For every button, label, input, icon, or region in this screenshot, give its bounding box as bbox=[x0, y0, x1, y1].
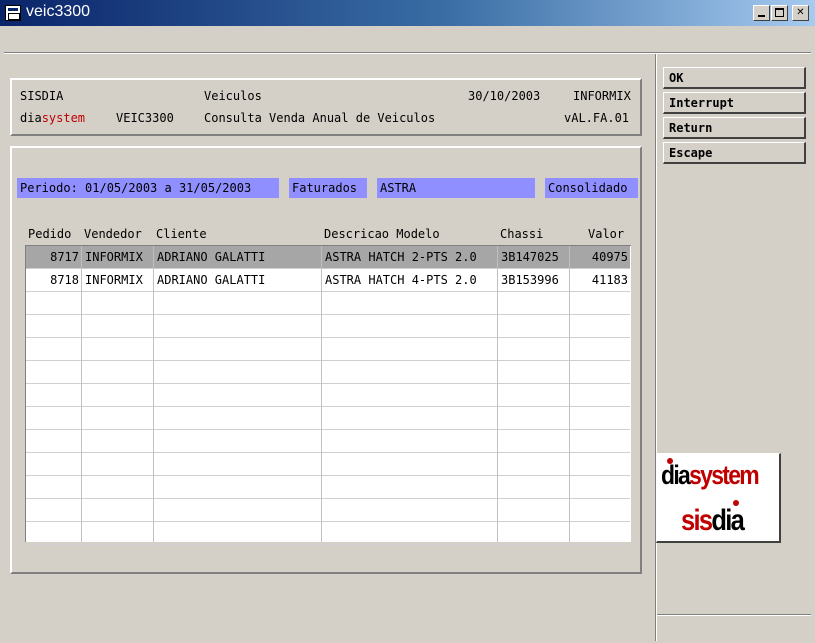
window-title: veic3300 bbox=[26, 3, 91, 20]
column-divider bbox=[321, 246, 322, 542]
interrupt-button[interactable]: Interrupt bbox=[663, 92, 806, 114]
table-row[interactable] bbox=[26, 407, 630, 430]
logo-word-dia-2: dia bbox=[711, 504, 744, 537]
program-code: VEIC3300 bbox=[116, 111, 174, 125]
escape-button[interactable]: Escape bbox=[663, 142, 806, 164]
cell-vendedor: INFORMIX bbox=[85, 273, 143, 287]
column-divider bbox=[153, 246, 154, 542]
table-row[interactable] bbox=[26, 361, 630, 384]
table-row[interactable] bbox=[26, 384, 630, 407]
maximize-icon bbox=[775, 8, 784, 17]
cell-modelo: ASTRA HATCH 2-PTS 2.0 bbox=[325, 250, 477, 264]
cell-modelo: ASTRA HATCH 4-PTS 2.0 bbox=[325, 273, 477, 287]
logo-word-dia: dia bbox=[661, 460, 691, 490]
sidebar-separator bbox=[655, 54, 657, 641]
cell-pedido: 8717 bbox=[50, 250, 79, 264]
return-button[interactable]: Return bbox=[663, 117, 806, 139]
logo-line-2: sisdia bbox=[681, 504, 745, 538]
diasystem-logo: diasystem sisdia bbox=[656, 453, 781, 543]
logo-line-1: diasystem bbox=[661, 460, 760, 491]
sidebar-bottom-separator bbox=[657, 614, 811, 616]
tipo-field[interactable]: Consolidado bbox=[545, 178, 638, 198]
table-row[interactable] bbox=[26, 315, 630, 338]
app-icon[interactable] bbox=[5, 5, 21, 21]
header-panel bbox=[10, 78, 642, 136]
column-divider bbox=[497, 246, 498, 542]
column-divider bbox=[569, 246, 570, 542]
status-field[interactable]: Faturados bbox=[289, 178, 367, 198]
current-date: 30/10/2003 bbox=[468, 89, 541, 103]
ok-button[interactable]: OK bbox=[663, 67, 806, 89]
logo-word-system: system bbox=[689, 460, 760, 490]
table-row[interactable]: 8717 INFORMIX ADRIANO GALATTI ASTRA HATC… bbox=[26, 246, 630, 269]
cell-chassi: 3B147025 bbox=[501, 250, 559, 264]
column-header-valor: Valor bbox=[588, 227, 625, 241]
column-header-chassi: Chassi bbox=[500, 227, 544, 241]
cell-valor: 40975 bbox=[591, 250, 628, 264]
column-header-modelo: Descricao Modelo bbox=[324, 227, 440, 241]
program-version: vAL.FA.01 bbox=[564, 111, 630, 125]
table-row[interactable]: 8718 INFORMIX ADRIANO GALATTI ASTRA HATC… bbox=[26, 269, 630, 292]
table-row[interactable] bbox=[26, 522, 630, 545]
minimize-button[interactable] bbox=[753, 5, 770, 21]
periodo-field[interactable]: Periodo: 01/05/2003 a 31/05/2003 bbox=[17, 178, 279, 198]
menu-separator bbox=[4, 52, 811, 54]
table-row[interactable] bbox=[26, 338, 630, 361]
brand-suffix: system bbox=[41, 111, 86, 125]
close-icon: ✕ bbox=[796, 7, 805, 18]
column-header-vendedor: Vendedor bbox=[84, 227, 142, 241]
cell-vendedor: INFORMIX bbox=[85, 250, 143, 264]
maximize-button[interactable] bbox=[771, 5, 788, 21]
cell-cliente: ADRIANO GALATTI bbox=[157, 250, 266, 264]
cell-pedido: 8718 bbox=[50, 273, 79, 287]
table-row[interactable] bbox=[26, 476, 630, 499]
table-row[interactable] bbox=[26, 430, 630, 453]
system-name: SISDIA bbox=[20, 89, 64, 103]
close-button[interactable]: ✕ bbox=[792, 5, 809, 21]
database-name: INFORMIX bbox=[573, 89, 631, 103]
cell-cliente: ADRIANO GALATTI bbox=[157, 273, 266, 287]
modelo-field[interactable]: ASTRA bbox=[377, 178, 535, 198]
title-bar[interactable]: veic3300 ✕ bbox=[0, 0, 815, 26]
cell-chassi: 3B153996 bbox=[501, 273, 559, 287]
results-table[interactable]: 8717 INFORMIX ADRIANO GALATTI ASTRA HATC… bbox=[25, 245, 631, 545]
column-divider bbox=[81, 246, 82, 542]
brand-text: diasystem bbox=[20, 111, 85, 125]
brand-prefix: dia bbox=[20, 111, 42, 125]
table-row[interactable] bbox=[26, 292, 630, 315]
column-header-pedido: Pedido bbox=[28, 227, 72, 241]
module-name: Veiculos bbox=[204, 89, 262, 103]
program-description: Consulta Venda Anual de Veiculos bbox=[204, 111, 436, 125]
table-row[interactable] bbox=[26, 499, 630, 522]
logo-word-sis: sis bbox=[681, 504, 713, 537]
cell-valor: 41183 bbox=[591, 273, 628, 287]
column-header-cliente: Cliente bbox=[156, 227, 207, 241]
table-row[interactable] bbox=[26, 453, 630, 476]
minimize-icon bbox=[758, 15, 765, 17]
